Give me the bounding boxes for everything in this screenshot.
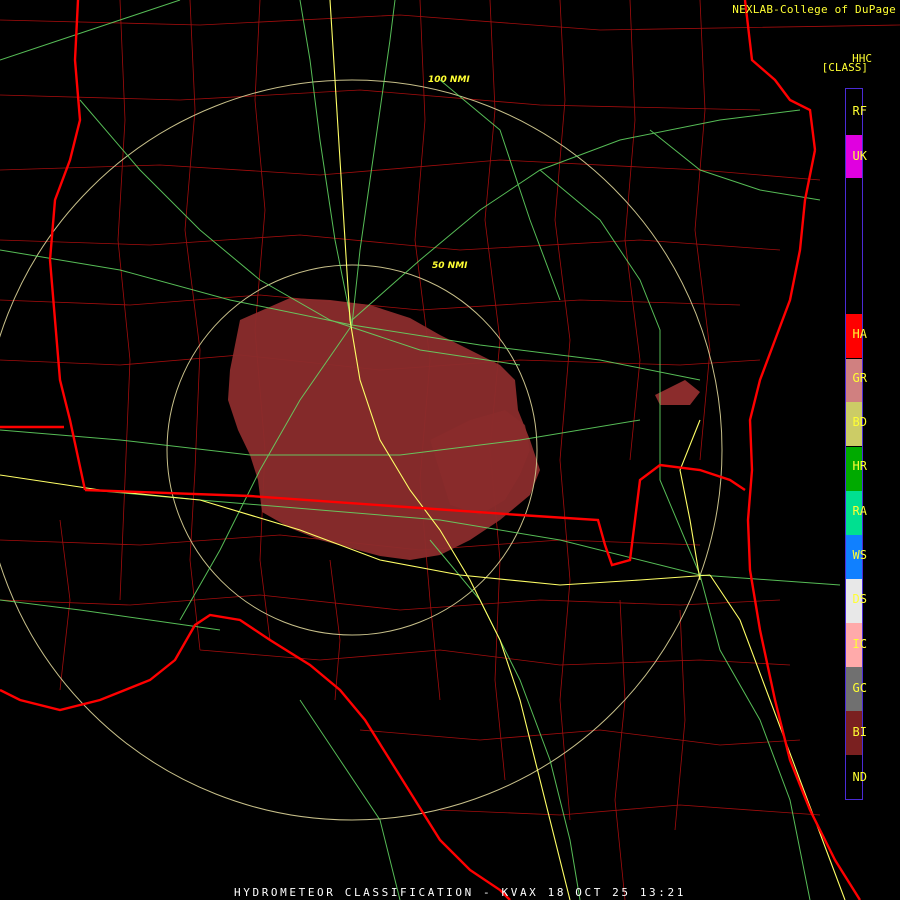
- county-line: [0, 594, 781, 611]
- county-line: [614, 599, 626, 900]
- legend-label-nd: ND: [852, 770, 867, 784]
- radar-echo-area: [228, 298, 700, 560]
- legend-label-ic: IC: [852, 637, 867, 651]
- legend-label-gr: GR: [852, 371, 867, 385]
- radar-map: 100 NMI 50 NMI: [0, 0, 900, 900]
- echo-spot-east: [655, 380, 700, 405]
- county-line: [0, 159, 821, 181]
- legend-label-uk: UK: [852, 149, 867, 163]
- county-line: [0, 234, 781, 251]
- footer-title: HYDROMETEOR CLASSIFICATION - KVAX 18 OCT…: [234, 886, 686, 899]
- county-line: [117, 0, 131, 601]
- legend-label-ha: HA: [852, 327, 867, 341]
- county-line: [439, 804, 821, 816]
- credit-text: NEXLAB-College of DuPage: [732, 3, 896, 16]
- legend-label-hr: HR: [852, 459, 867, 473]
- ring-label-100: 100 NMI: [428, 75, 470, 85]
- ring-label-50: 50 NMI: [432, 261, 468, 271]
- legend-label-gc: GC: [852, 681, 867, 695]
- product-class: [CLASS]: [821, 61, 868, 74]
- county-line: [624, 0, 641, 461]
- legend-label-ds: DS: [852, 592, 867, 606]
- county-line: [359, 729, 801, 746]
- legend-label-bd: BD: [852, 415, 867, 429]
- county-line: [59, 519, 71, 691]
- legend-label-ws: WS: [852, 548, 867, 562]
- legend-label-bi: BI: [852, 725, 867, 739]
- county-line: [554, 0, 571, 821]
- county-line: [329, 559, 341, 701]
- county-line: [0, 14, 900, 31]
- legend-label-rf: RF: [852, 104, 867, 118]
- county-line: [674, 609, 686, 831]
- legend-label-ra: RA: [852, 504, 867, 518]
